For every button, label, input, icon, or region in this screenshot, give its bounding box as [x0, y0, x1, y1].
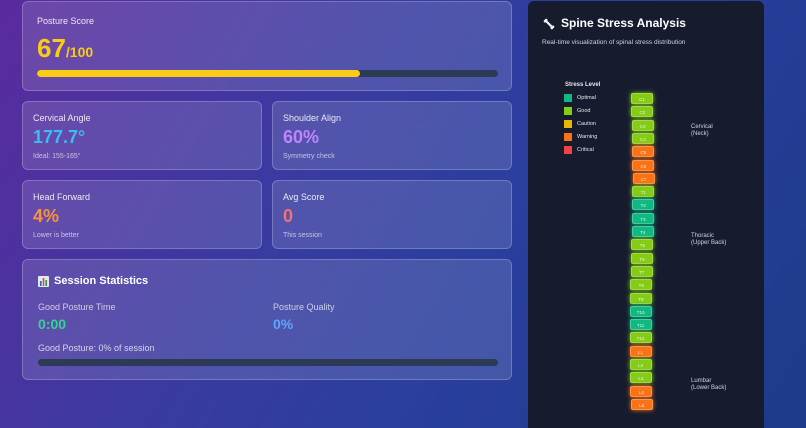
- vertebra-t1: T1: [632, 186, 655, 198]
- region-sublabel: (Upper Back): [691, 240, 727, 246]
- posture-progress-fill: [37, 70, 360, 77]
- legend-swatch: [564, 107, 572, 115]
- bone-icon: [543, 17, 555, 30]
- vertebra-c4: C4: [632, 132, 655, 144]
- legend-label: Optimal: [577, 95, 596, 101]
- posture-score-label: Posture Score: [37, 16, 95, 26]
- region-lumbar: Lumbar (Lower Back): [691, 378, 726, 392]
- session-summary: Good Posture: 0% of session: [38, 343, 155, 353]
- vertebra-l3: L3: [629, 372, 652, 384]
- legend-item-warning: Warning: [564, 133, 597, 141]
- metric-label: Avg Score: [283, 192, 325, 202]
- metric-value: 4%: [33, 206, 60, 226]
- posture-progress-track: [37, 70, 498, 77]
- legend-item-optimal: Optimal: [564, 94, 596, 102]
- region-label: Cervical: [691, 124, 713, 130]
- legend-title: Stress Level: [565, 82, 601, 88]
- legend-item-good: Good: [564, 107, 590, 115]
- metric-value: 177.7°: [33, 127, 86, 147]
- vertebra-c7: C7: [632, 172, 655, 184]
- vertebra-t6: T6: [631, 252, 653, 264]
- spine-header: Spine Stress Analysis: [543, 16, 686, 30]
- spine-stress-panel: Spine Stress Analysis Real-time visualiz…: [528, 1, 764, 428]
- posture-score-max: /100: [65, 44, 94, 60]
- posture-score-number: 67: [37, 33, 66, 63]
- vertebra-t7: T7: [630, 265, 653, 277]
- vertebra-c6: C6: [632, 159, 655, 171]
- session-progress-track: [38, 359, 498, 366]
- session-title: Session Statistics: [54, 275, 149, 287]
- vertebra-c1: C1: [631, 93, 653, 104]
- vertebra-l1: L1: [629, 345, 652, 357]
- good-posture-time-value: 0:00: [38, 316, 67, 332]
- legend-item-caution: Caution: [564, 120, 596, 128]
- vertebra-c2: C2: [631, 106, 654, 118]
- vertebra-t5: T5: [631, 239, 654, 251]
- metric-sub: Lower is better: [33, 232, 79, 239]
- vertebra-c3: C3: [631, 119, 654, 131]
- posture-quality-label: Posture Quality: [273, 302, 335, 312]
- vertebra-t10: T10: [629, 305, 652, 317]
- vertebra-t2: T2: [632, 199, 655, 211]
- legend-label: Caution: [577, 121, 596, 127]
- cervical-angle-card: Cervical Angle 177.7° Ideal: 155-165°: [22, 101, 262, 170]
- legend-label: Warning: [577, 134, 598, 140]
- metric-label: Shoulder Align: [283, 113, 342, 123]
- vertebra-l2: L2: [629, 359, 652, 370]
- region-cervical: Cervical (Neck): [691, 124, 713, 138]
- vertebra-c5: C5: [632, 146, 655, 158]
- region-label: Lumbar: [691, 378, 712, 384]
- legend-swatch: [564, 94, 572, 102]
- metric-sub: Ideal: 155-165°: [33, 153, 81, 160]
- avg-score-card: Avg Score 0 This session: [272, 180, 512, 249]
- vertebra-t3: T3: [632, 212, 655, 224]
- vertebra-t8: T8: [630, 279, 653, 291]
- vertebra-t4: T4: [631, 226, 654, 237]
- spine-title: Spine Stress Analysis: [561, 16, 686, 30]
- legend-label: Critical: [577, 147, 594, 153]
- region-label: Thoracic: [691, 233, 715, 239]
- session-header: Session Statistics: [38, 275, 148, 287]
- vertebra-l5: L5: [630, 398, 653, 410]
- legend-swatch: [564, 120, 572, 128]
- legend-swatch: [564, 146, 572, 154]
- session-statistics-card: Session Statistics Good Posture Time 0:0…: [22, 259, 512, 380]
- metric-sub: This session: [283, 232, 322, 239]
- region-sublabel: (Lower Back): [691, 385, 727, 391]
- head-forward-card: Head Forward 4% Lower is better: [22, 180, 262, 249]
- vertebra-t11: T11: [629, 319, 652, 331]
- metric-value: 0: [283, 206, 294, 226]
- legend-item-critical: Critical: [564, 146, 594, 154]
- region-sublabel: (Neck): [691, 131, 709, 137]
- vertebra-t9: T9: [629, 292, 652, 304]
- legend-label: Good: [577, 108, 591, 114]
- posture-score-value: 67/100: [37, 33, 93, 64]
- region-thoracic: Thoracic (Upper Back): [691, 233, 726, 247]
- metric-value: 60%: [283, 127, 320, 147]
- metric-sub: Symmetry check: [283, 153, 335, 160]
- metric-label: Cervical Angle: [33, 113, 91, 123]
- vertebra-l4: L4: [630, 385, 653, 397]
- posture-score-card: Posture Score 67/100: [22, 1, 512, 91]
- vertebra-t12: T12: [629, 332, 652, 344]
- good-posture-time-label: Good Posture Time: [38, 302, 116, 312]
- posture-quality-value: 0%: [273, 316, 294, 332]
- spine-subtitle: Real-time visualization of spinal stress…: [542, 39, 686, 46]
- shoulder-align-card: Shoulder Align 60% Symmetry check: [272, 101, 512, 170]
- legend-swatch: [564, 133, 572, 141]
- bar-chart-icon: [38, 275, 49, 287]
- metric-label: Head Forward: [33, 192, 91, 202]
